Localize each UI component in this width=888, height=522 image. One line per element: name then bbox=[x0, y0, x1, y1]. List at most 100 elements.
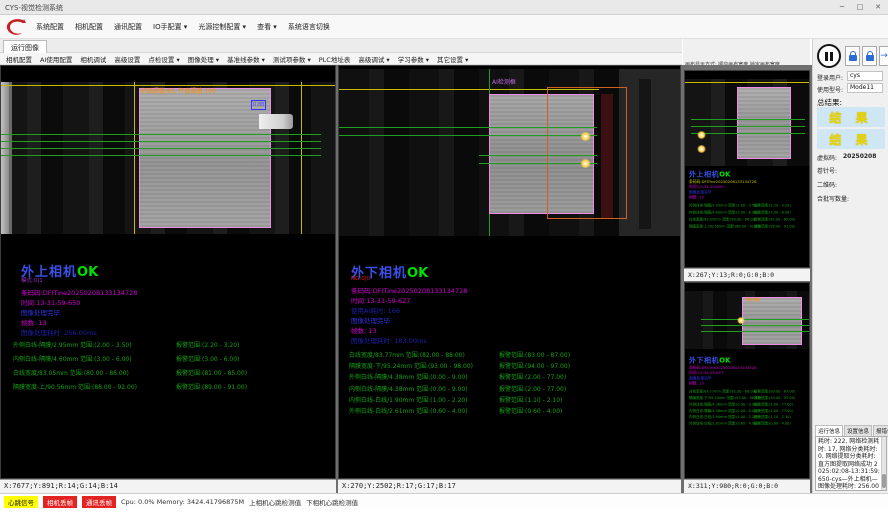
lock-button-1[interactable] bbox=[845, 46, 860, 66]
glint-highlight-1 bbox=[697, 131, 706, 139]
camera-mid-sub: NG:0|0 bbox=[351, 276, 370, 282]
lock-icon bbox=[849, 55, 857, 61]
menu-language-switch[interactable]: 系统语言切换 bbox=[288, 22, 330, 32]
camera-left-done: 图像处理完毕 bbox=[21, 307, 60, 317]
camera-mid-barcode: 条码码:DFITine20250208133134728 bbox=[351, 285, 467, 295]
maximize-icon[interactable]: □ bbox=[852, 1, 868, 13]
glint-highlight-2 bbox=[580, 159, 591, 168]
cpu-memory-status: Cpu: 0.0% Memory: 3424.41796875M bbox=[121, 498, 244, 506]
app-window: CYS-视觉检测系统 ─ □ ✕ 系统配置 相机配置 通讯配置 IO手配置 ▾ … bbox=[0, 0, 888, 522]
glint-highlight-1 bbox=[580, 132, 591, 141]
roi-blue-tag: R:88 bbox=[251, 100, 266, 110]
mini-bottom-result: 外下相机OK 条码码:DFITine20250208133134728 时间:1… bbox=[689, 355, 808, 365]
pause-icon bbox=[825, 52, 828, 61]
tool-test-params[interactable]: 测试项参数 ▾ bbox=[273, 54, 311, 64]
titlebar: CYS-视觉检测系统 ─ □ ✕ bbox=[0, 0, 888, 15]
camera-left-panel: 好品阈值:93, 坏品阈值:100 R:88 外上相机OK 模式:0|1 条码码… bbox=[0, 65, 336, 479]
comm-drop-badge: 通讯丢帧 bbox=[82, 496, 116, 508]
camera-mid-image[interactable]: AI检测框 bbox=[339, 69, 681, 236]
tool-baseline-params[interactable]: 基准线参数 ▾ bbox=[227, 54, 265, 64]
tool-plc-address[interactable]: PLC地址表 bbox=[319, 54, 351, 64]
login-user-value[interactable]: cys bbox=[847, 71, 883, 81]
tool-camera-config[interactable]: 相机配置 bbox=[6, 54, 32, 64]
close-icon[interactable]: ✕ bbox=[870, 1, 886, 13]
mini-bottom-coords: X:311;Y:980;R:0;G:0;B:0 bbox=[684, 479, 810, 493]
menu-comm-config[interactable]: 通讯配置 bbox=[114, 22, 142, 32]
tool-image-process[interactable]: 图像处理 ▾ bbox=[188, 54, 219, 64]
image-edge-strip bbox=[1, 82, 9, 234]
log-scrollbar[interactable] bbox=[881, 437, 886, 490]
menu-io-config[interactable]: IO手配置 ▾ bbox=[153, 22, 187, 32]
mini-top-image[interactable] bbox=[685, 79, 810, 166]
mini-top-result: 外上相机OK 条码码:DFITine20250208133134728 时间:1… bbox=[689, 169, 808, 179]
heartbeat-badge: 心跳信号 bbox=[4, 496, 38, 508]
measurement-row: 内侧白线-隔膜/4.60mm 范围:(3.00 - 6.00)报警范围:(3.0… bbox=[13, 354, 336, 363]
menu-system-config[interactable]: 系统配置 bbox=[36, 22, 64, 32]
needle-number-label: 卷针号: bbox=[817, 166, 837, 175]
upper-camera-heartbeat: 上相机心跳检测值 bbox=[249, 497, 301, 507]
model-value[interactable]: Mode11 bbox=[847, 83, 883, 93]
status-ok: OK bbox=[77, 265, 98, 280]
lower-camera-heartbeat: 下相机心跳检测值 bbox=[306, 497, 358, 507]
result-box-1: 结 果 bbox=[817, 107, 885, 127]
measurement-row: 白线宽度/83.05mm 范围:(80.00 - 86.00)报警范围:(81.… bbox=[13, 368, 336, 377]
measurement-row: 外侧白线-隔膜/2.95mm 范围:(2.00 - 3.50)报警范围:(2.2… bbox=[13, 340, 336, 349]
tool-ai-use-config[interactable]: AI使用配置 bbox=[40, 54, 72, 64]
camera-drop-badge: 相机丢帧 bbox=[43, 496, 77, 508]
minimize-icon[interactable]: ─ bbox=[834, 1, 850, 13]
result-box-2: 结 果 bbox=[817, 129, 885, 149]
measure-line-green-1 bbox=[339, 127, 597, 128]
menubar: 系统配置 相机配置 通讯配置 IO手配置 ▾ 光源控制配置 ▾ 查看 ▾ 系统语… bbox=[0, 15, 888, 39]
lock-icon bbox=[866, 55, 874, 61]
tool-advanced-debug[interactable]: 高级调试 ▾ bbox=[358, 54, 389, 64]
mini-bottom-image[interactable]: AI检测框 bbox=[685, 291, 810, 349]
log-box[interactable]: 耗时: 222, 网络检测耗时: 17, 网络分类耗时: 0, 网络提取分类耗时… bbox=[815, 436, 887, 491]
camera-mid-time: 时间:13-31-59-627 bbox=[351, 295, 410, 305]
menu-camera-config[interactable]: 相机配置 bbox=[75, 22, 103, 32]
measure-line-green-2 bbox=[339, 135, 597, 136]
menu-view[interactable]: 查看 ▾ bbox=[257, 22, 277, 32]
camera-left-time: 时间:13-31-59-650 bbox=[21, 297, 80, 307]
arrow-button[interactable]: → bbox=[879, 46, 888, 66]
camera-left-image[interactable]: 好品阈值:93, 坏品阈值:100 R:88 bbox=[1, 82, 336, 234]
camera-left-sub: 模式:0|1 bbox=[21, 276, 43, 284]
camera-left-barcode: 条码码:DFITine20250208133134728 bbox=[21, 287, 137, 297]
pause-icon bbox=[830, 52, 833, 61]
measurement-row: 内侧白线-白线/1.90mm 范围:(1.00 - 2.20)报警范围:(1.1… bbox=[349, 395, 679, 404]
statusbar: 心跳信号 相机丢帧 通讯丢帧 Cpu: 0.0% Memory: 3424.41… bbox=[0, 493, 888, 509]
tool-other-settings[interactable]: 其它设置 ▾ bbox=[437, 54, 468, 64]
tab-row: 运行图像 bbox=[0, 39, 682, 53]
measurement-row: 隔膜宽度-下/95.24mm 范围:(93.00 - 98.00)报警范围:(9… bbox=[349, 361, 679, 370]
tool-spot-check[interactable]: 点检设置 ▾ bbox=[148, 54, 179, 64]
menu-light-config[interactable]: 光源控制配置 ▾ bbox=[198, 22, 246, 32]
glint-highlight-2 bbox=[697, 145, 706, 153]
machine-slot bbox=[639, 79, 651, 229]
tab-run-image[interactable]: 运行图像 bbox=[3, 40, 47, 53]
scrollbar-thumb[interactable] bbox=[882, 474, 886, 488]
qr-code-label: 二维码: bbox=[817, 180, 837, 189]
roi-membrane-block bbox=[737, 87, 791, 159]
arrow-icon: → bbox=[880, 52, 888, 61]
roi-orange-rect bbox=[547, 87, 627, 219]
measure-line-green-1 bbox=[1, 134, 321, 135]
measurement-row: 内侧白线-隔膜/4.38mm 范围:(0.00 - 9.00)报警范围:(2.0… bbox=[349, 384, 679, 393]
camera-left-proc-time: 图像处理耗时: 256.00ms bbox=[21, 327, 97, 337]
measurement-row: 外侧白线-隔膜/4.38mm 范围:(0.00 - 9.00)报警范围:(2.0… bbox=[349, 372, 679, 381]
window-title: CYS-视觉检测系统 bbox=[5, 3, 63, 13]
tool-advanced-settings[interactable]: 高级设置 bbox=[114, 54, 140, 64]
pause-button[interactable] bbox=[817, 44, 841, 68]
tool-learning-params[interactable]: 学习参数 ▾ bbox=[398, 54, 429, 64]
model-label: 使用型号: bbox=[817, 85, 843, 94]
measure-line-green-4 bbox=[1, 155, 321, 156]
measure-line-green-3 bbox=[1, 148, 321, 149]
sidebar: → 登录用户: cys 使用型号: Mode11 总结果: 结 果 结 果 虚拟… bbox=[812, 39, 888, 493]
tool-camera-debug[interactable]: 相机调试 bbox=[80, 54, 106, 64]
measure-line-green-2 bbox=[1, 141, 321, 142]
ai-box-overlay-label: AI检测框 bbox=[492, 77, 516, 86]
mini-bottom-panel: AI检测框 外下相机OK 条码码:DFITine2025020813313472… bbox=[684, 282, 810, 479]
lock-button-2[interactable] bbox=[862, 46, 877, 66]
status-ok: OK bbox=[407, 266, 428, 281]
image-edge-strip2 bbox=[9, 82, 12, 234]
connector-tab bbox=[259, 114, 293, 129]
glint-highlight-1 bbox=[737, 317, 745, 324]
